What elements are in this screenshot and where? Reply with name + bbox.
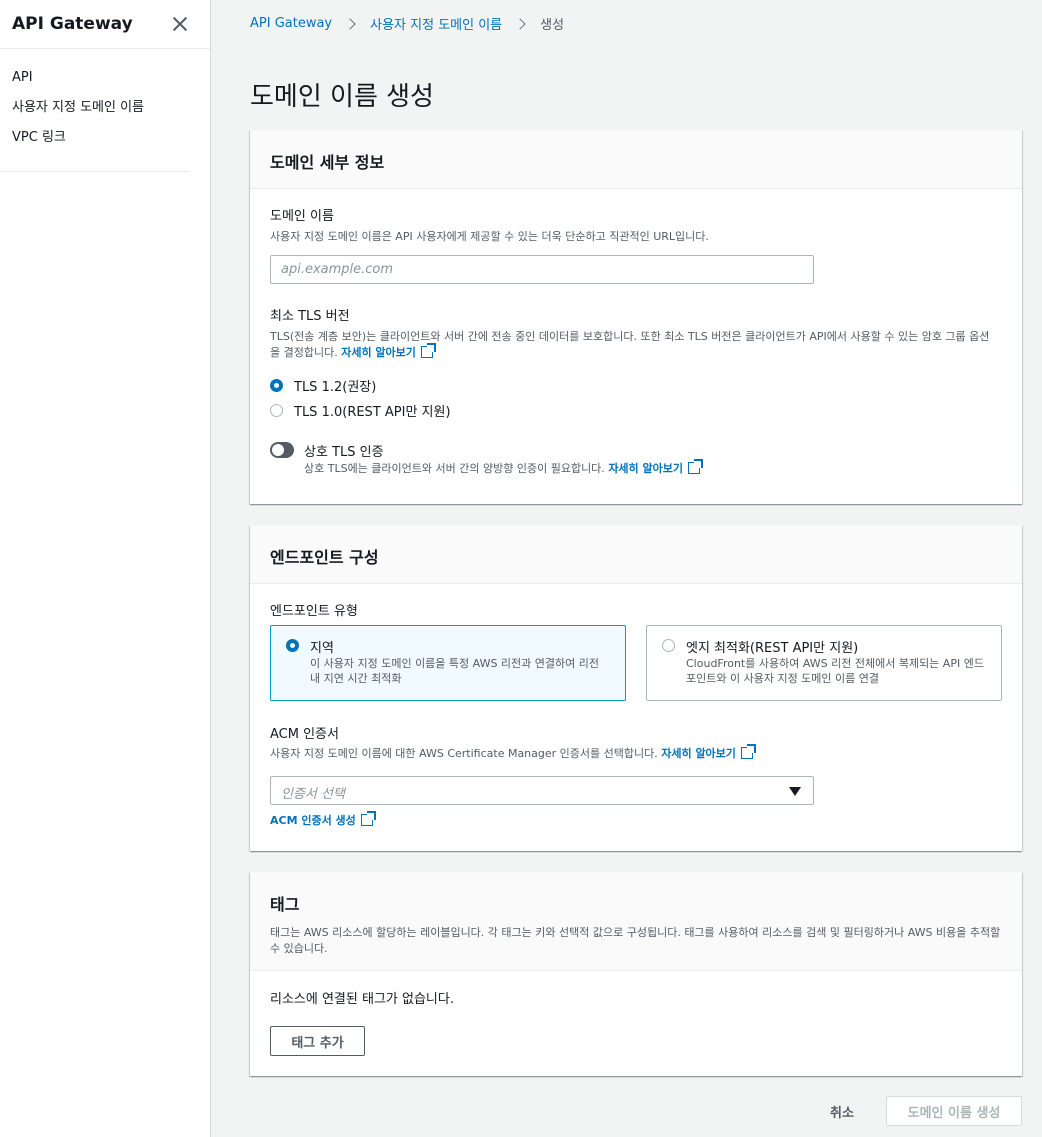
acm-learn-more-link[interactable]: 자세히 알아보기 bbox=[661, 744, 756, 760]
mtls-learn-more-link[interactable]: 자세히 알아보기 bbox=[608, 459, 703, 475]
sidebar-header: API Gateway bbox=[0, 0, 210, 49]
endpoint-tile-regional[interactable]: 지역 이 사용자 지정 도메인 이름을 특정 AWS 리전과 연결하여 리전 내… bbox=[270, 625, 626, 701]
tags-description: 태그는 AWS 리소스에 할당하는 레이블입니다. 각 태그는 키와 선택적 값… bbox=[270, 926, 1001, 955]
sidebar-item-api[interactable]: API bbox=[0, 63, 189, 93]
endpoint-tile-edge-title: 엣지 최적화(REST API만 지원) bbox=[686, 641, 859, 656]
mutual-tls-label: 상호 TLS 인증 bbox=[304, 445, 384, 460]
tls-learn-more-label: 자세히 알아보기 bbox=[341, 346, 416, 359]
domain-name-description: 사용자 지정 도메인 이름은 API 사용자에게 제공할 수 있는 더욱 단순하… bbox=[270, 230, 709, 243]
close-icon[interactable] bbox=[172, 16, 188, 32]
endpoint-type-label: 엔드포인트 유형 bbox=[270, 604, 358, 619]
tags-panel: 태그 태그는 AWS 리소스에 할당하는 레이블입니다. 각 태그는 키와 선택… bbox=[250, 872, 1022, 1076]
tls-option-1-2[interactable]: TLS 1.2(권장) bbox=[270, 376, 376, 395]
chevron-right-icon bbox=[514, 17, 526, 30]
mtls-learn-more-label: 자세히 알아보기 bbox=[608, 462, 683, 475]
page-title: 도메인 이름 생성 bbox=[250, 82, 434, 112]
acm-certificate-placeholder: 인증서 선택 bbox=[281, 787, 345, 802]
endpoint-config-title: 엔드포인트 구성 bbox=[270, 548, 379, 567]
tags-body: 리소스에 연결된 태그가 없습니다. 태그 추가 bbox=[250, 971, 1022, 1076]
tags-header: 태그 태그는 AWS 리소스에 할당하는 레이블입니다. 각 태그는 키와 선택… bbox=[250, 872, 1022, 971]
add-tag-button[interactable]: 태그 추가 bbox=[270, 1026, 365, 1056]
acm-certificate-label: ACM 인증서 bbox=[270, 727, 339, 742]
domain-details-body: 도메인 이름 사용자 지정 도메인 이름은 API 사용자에게 제공할 수 있는… bbox=[250, 189, 1022, 504]
domain-details-panel: 도메인 세부 정보 도메인 이름 사용자 지정 도메인 이름은 API 사용자에… bbox=[250, 130, 1022, 504]
chevron-right-icon bbox=[344, 17, 356, 30]
tls-option-1-0[interactable]: TLS 1.0(REST API만 지원) bbox=[270, 401, 451, 420]
cancel-button[interactable]: 취소 bbox=[830, 1102, 854, 1121]
tags-empty-message: 리소스에 연결된 태그가 없습니다. bbox=[270, 992, 454, 1007]
sidebar-item-vpc-links[interactable]: VPC 링크 bbox=[0, 123, 189, 153]
caret-down-icon bbox=[789, 787, 801, 796]
tls-option-1-2-label: TLS 1.2(권장) bbox=[294, 380, 377, 395]
domain-details-title: 도메인 세부 정보 bbox=[270, 153, 385, 172]
domain-name-label: 도메인 이름 bbox=[270, 209, 334, 224]
create-acm-certificate-label: ACM 인증서 생성 bbox=[270, 814, 356, 827]
radio-selected-icon[interactable] bbox=[286, 639, 299, 652]
sidebar: API Gateway API 사용자 지정 도메인 이름 VPC 링크 bbox=[0, 0, 211, 1137]
endpoint-tile-regional-title: 지역 bbox=[310, 641, 334, 656]
external-link-icon bbox=[420, 343, 436, 358]
mutual-tls-toggle[interactable] bbox=[270, 442, 294, 458]
radio-unselected-icon[interactable] bbox=[662, 639, 675, 652]
breadcrumb-api-gateway[interactable]: API Gateway bbox=[250, 16, 332, 31]
breadcrumb-current: 생성 bbox=[540, 18, 565, 33]
radio-selected-icon[interactable] bbox=[270, 379, 283, 392]
endpoint-tile-edge-desc: CloudFront를 사용하여 AWS 리전 전체에서 복제되는 API 엔드… bbox=[686, 657, 984, 685]
mutual-tls-description: 상호 TLS에는 클라이언트와 서버 간의 양방향 인증이 필요합니다. 자세히… bbox=[304, 459, 703, 477]
tls-version-description: TLS(전송 계층 보안)는 클라이언트와 서버 간에 전송 중인 데이터를 보… bbox=[270, 329, 1010, 361]
domain-name-input[interactable] bbox=[270, 255, 814, 284]
domain-details-header: 도메인 세부 정보 bbox=[250, 130, 1022, 189]
mutual-tls-description-text: 상호 TLS에는 클라이언트와 서버 간의 양방향 인증이 필요합니다. bbox=[304, 462, 605, 475]
sidebar-title: API Gateway bbox=[12, 14, 133, 34]
endpoint-tile-edge[interactable]: 엣지 최적화(REST API만 지원) CloudFront를 사용하여 AW… bbox=[646, 625, 1002, 701]
create-acm-certificate-link[interactable]: ACM 인증서 생성 bbox=[270, 811, 376, 828]
tls-description-line1: TLS(전송 계층 보안)는 클라이언트와 서버 간에 전송 중인 데이터를 보… bbox=[270, 330, 990, 343]
tls-option-1-0-label: TLS 1.0(REST API만 지원) bbox=[294, 405, 451, 420]
create-domain-name-button[interactable]: 도메인 이름 생성 bbox=[886, 1096, 1022, 1126]
tls-version-label: 최소 TLS 버전 bbox=[270, 309, 350, 324]
acm-certificate-select[interactable]: 인증서 선택 bbox=[270, 776, 814, 805]
acm-description-text: 사용자 지정 도메인 이름에 대한 AWS Certificate Manage… bbox=[270, 747, 658, 760]
sidebar-nav: API 사용자 지정 도메인 이름 VPC 링크 bbox=[0, 49, 189, 172]
breadcrumb-custom-domain-names[interactable]: 사용자 지정 도메인 이름 bbox=[370, 14, 502, 33]
external-link-icon bbox=[687, 459, 703, 474]
external-link-icon bbox=[740, 744, 756, 759]
external-link-icon bbox=[360, 811, 376, 826]
tls-learn-more-link[interactable]: 자세히 알아보기 bbox=[341, 343, 436, 359]
tags-title: 태그 bbox=[270, 895, 300, 914]
app-root: API Gateway API 사용자 지정 도메인 이름 VPC 링크 API… bbox=[0, 0, 1042, 1137]
endpoint-tile-regional-desc: 이 사용자 지정 도메인 이름을 특정 AWS 리전과 연결하여 리전 내 지연… bbox=[310, 657, 600, 685]
acm-learn-more-label: 자세히 알아보기 bbox=[661, 747, 736, 760]
sidebar-item-custom-domain-names[interactable]: 사용자 지정 도메인 이름 bbox=[0, 93, 189, 123]
radio-unselected-icon[interactable] bbox=[270, 404, 283, 417]
endpoint-config-body: 엔드포인트 유형 지역 이 사용자 지정 도메인 이름을 특정 AWS 리전과 … bbox=[250, 584, 1022, 851]
endpoint-config-header: 엔드포인트 구성 bbox=[250, 525, 1022, 584]
breadcrumb: API Gateway 사용자 지정 도메인 이름 생성 bbox=[250, 14, 564, 33]
acm-certificate-description: 사용자 지정 도메인 이름에 대한 AWS Certificate Manage… bbox=[270, 744, 756, 762]
endpoint-config-panel: 엔드포인트 구성 엔드포인트 유형 지역 이 사용자 지정 도메인 이름을 특정… bbox=[250, 525, 1022, 851]
tls-description-line2: 을 결정합니다. bbox=[270, 346, 338, 359]
